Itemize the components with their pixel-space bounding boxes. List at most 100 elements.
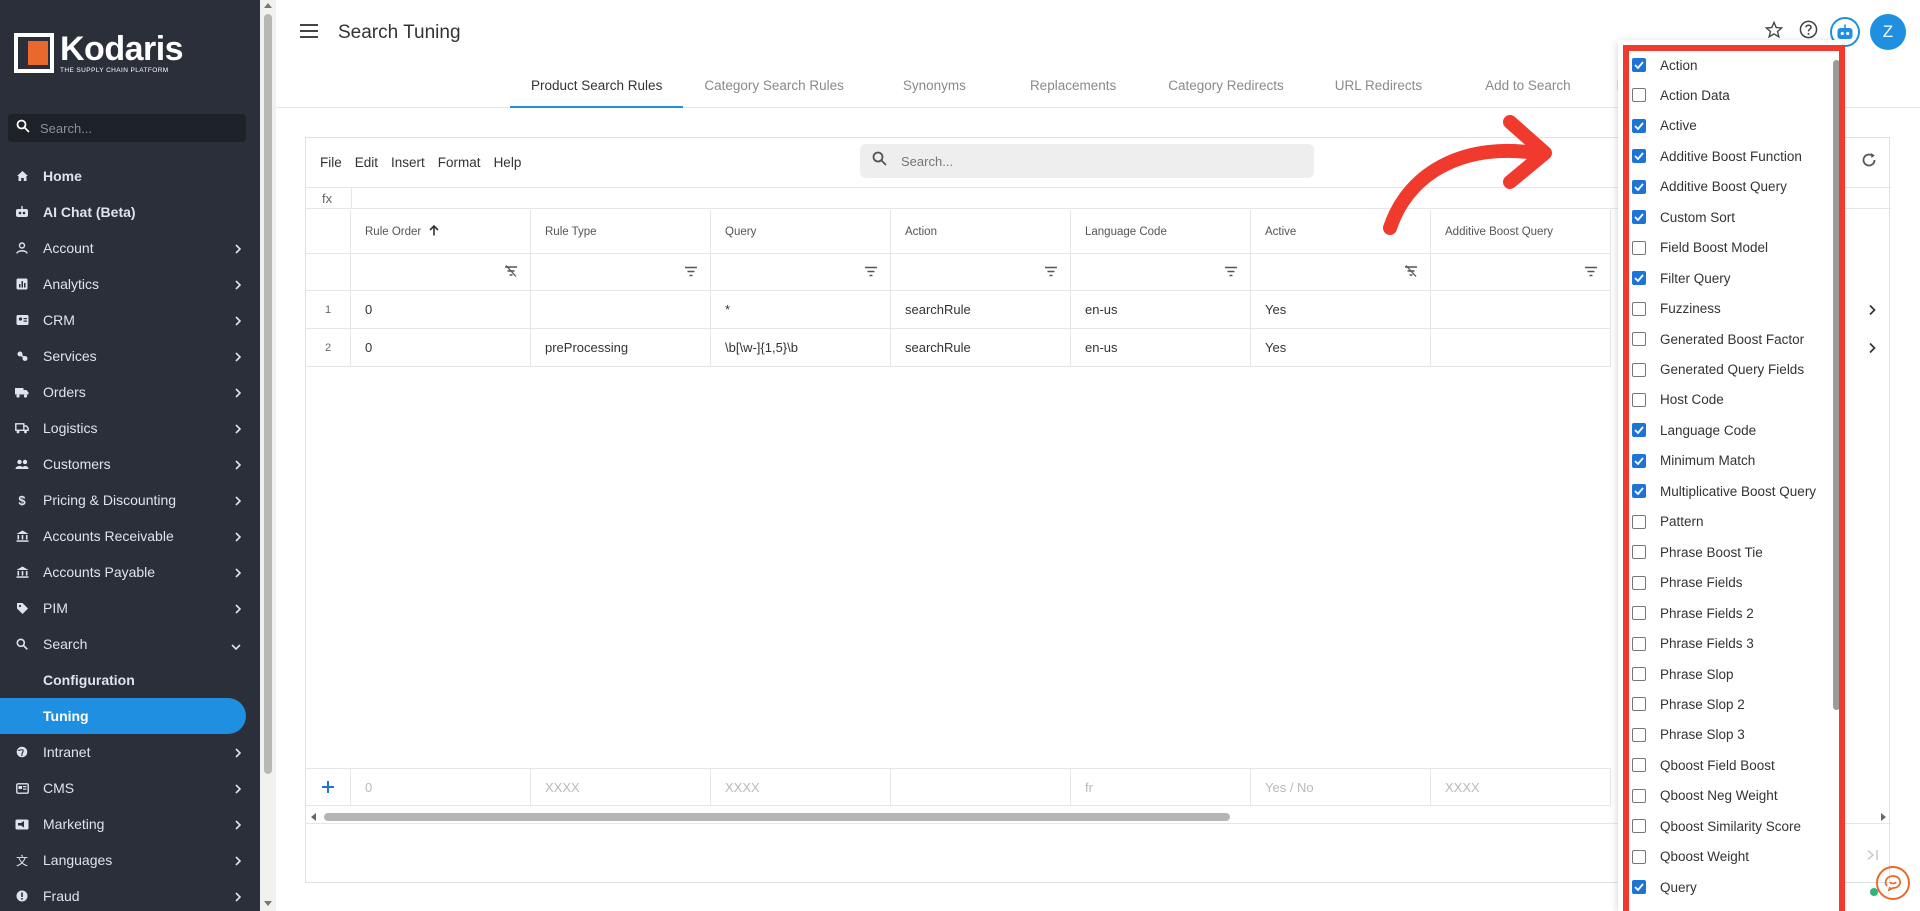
checkbox[interactable] <box>1632 880 1646 895</box>
column-option[interactable]: Pattern <box>1618 507 1828 537</box>
sidebar-search[interactable] <box>8 114 246 142</box>
checkbox[interactable] <box>1632 545 1646 560</box>
checkbox[interactable] <box>1632 392 1646 407</box>
scroll-up-arrow-icon[interactable] <box>264 2 272 9</box>
menu-file[interactable]: File <box>320 155 342 170</box>
sidebar-item-pim[interactable]: PIM <box>0 590 260 626</box>
sidebar-item-cms[interactable]: CMS <box>0 770 260 806</box>
scroll-left-arrow-icon[interactable] <box>310 813 317 821</box>
cell-action[interactable]: searchRule <box>891 329 1071 367</box>
menu-format[interactable]: Format <box>438 155 481 170</box>
tab-product-search-rules[interactable]: Product Search Rules <box>510 66 684 108</box>
tab-category-search-rules[interactable]: Category Search Rules <box>683 66 865 108</box>
grid-search-box[interactable] <box>860 144 1314 178</box>
cell-query[interactable]: \b[\w-]{1,5}\b <box>711 329 891 367</box>
column-option[interactable]: Phrase Slop 2 <box>1618 689 1828 719</box>
table-row[interactable]: 1 0 * searchRule en-us Yes <box>306 291 1611 329</box>
filter-cell[interactable] <box>351 254 531 291</box>
column-option[interactable]: Phrase Slop 3 <box>1618 720 1828 750</box>
row-index[interactable]: 1 <box>306 291 351 329</box>
column-header-rule-type[interactable]: Rule Type <box>531 210 711 254</box>
column-option[interactable]: Filter Query <box>1618 263 1828 293</box>
sidebar-item-customers[interactable]: Customers <box>0 446 260 482</box>
cell-language-code[interactable]: en-us <box>1071 291 1251 329</box>
sort-ascending-icon[interactable] <box>429 224 439 239</box>
sidebar-item-crm[interactable]: CRM <box>0 302 260 338</box>
sidebar-item-intranet[interactable]: Intranet <box>0 734 260 770</box>
sidebar-item-search[interactable]: Search <box>0 626 260 662</box>
column-option[interactable]: Multiplicative Boost Query <box>1618 476 1828 506</box>
cell-rule-order[interactable]: 0 <box>351 291 531 329</box>
column-option[interactable]: Additive Boost Function <box>1618 141 1828 171</box>
filter-icon[interactable] <box>1584 265 1598 280</box>
column-option[interactable]: Action Data <box>1618 80 1828 110</box>
checkbox[interactable] <box>1632 88 1646 103</box>
checkbox[interactable] <box>1632 849 1646 864</box>
column-option[interactable]: Phrase Fields <box>1618 568 1828 598</box>
new-cell-additive-boost-query[interactable]: XXXX <box>1431 769 1611 806</box>
column-option[interactable]: Action <box>1618 50 1828 80</box>
filter-cell[interactable] <box>531 254 711 291</box>
menu-help[interactable]: Help <box>494 155 522 170</box>
refresh-icon[interactable] <box>1861 152 1877 173</box>
column-option[interactable]: Fuzziness <box>1618 294 1828 324</box>
user-avatar[interactable]: Z <box>1870 14 1906 50</box>
column-option[interactable]: Query <box>1618 872 1828 902</box>
sidebar-search-input[interactable] <box>38 119 238 137</box>
filter-off-icon[interactable] <box>504 264 518 280</box>
chat-support-icon[interactable] <box>1876 866 1910 900</box>
column-option[interactable]: Custom Sort <box>1618 202 1828 232</box>
column-header-language-code[interactable]: Language Code <box>1071 210 1251 254</box>
column-option[interactable]: Minimum Match <box>1618 446 1828 476</box>
add-row-button[interactable] <box>306 769 351 806</box>
row-index[interactable]: 2 <box>306 329 351 367</box>
tab-synonyms[interactable]: Synonyms <box>865 66 1004 108</box>
new-cell-rule-type[interactable]: XXXX <box>531 769 711 806</box>
column-option[interactable]: Phrase Boost Tie <box>1618 537 1828 567</box>
sidebar-item-analytics[interactable]: Analytics <box>0 266 260 302</box>
checkbox[interactable] <box>1632 788 1646 803</box>
column-option[interactable]: Field Boost Model <box>1618 233 1828 263</box>
column-option[interactable]: Generated Query Fields <box>1618 355 1828 385</box>
grid-search-input[interactable] <box>899 152 1279 170</box>
checkbox[interactable] <box>1632 362 1646 377</box>
checkbox[interactable] <box>1632 636 1646 651</box>
column-option[interactable]: Generated Boost Factor <box>1618 324 1828 354</box>
checkbox[interactable] <box>1632 179 1646 194</box>
filter-icon[interactable] <box>864 265 878 280</box>
column-header-rule-order[interactable]: Rule Order <box>351 210 531 254</box>
sidebar-item-logistics[interactable]: Logistics <box>0 410 260 446</box>
column-option[interactable]: Language Code <box>1618 415 1828 445</box>
tab-category-redirects[interactable]: Category Redirects <box>1142 66 1310 108</box>
new-cell-language-code[interactable]: fr <box>1071 769 1251 806</box>
column-option[interactable]: Additive Boost Query <box>1618 172 1828 202</box>
checkbox[interactable] <box>1632 301 1646 316</box>
new-cell-action[interactable] <box>891 769 1071 806</box>
column-option[interactable]: Qboost Field Boost <box>1618 750 1828 780</box>
checkbox[interactable] <box>1632 332 1646 347</box>
sidebar-item-fraud[interactable]: Fraud <box>0 878 260 911</box>
sidebar-subitem-tuning[interactable]: Tuning <box>0 698 246 734</box>
filter-cell[interactable] <box>891 254 1071 291</box>
sidebar-item-orders[interactable]: Orders <box>0 374 260 410</box>
checkbox[interactable] <box>1632 271 1646 286</box>
filter-cell[interactable] <box>1431 254 1611 291</box>
sidebar-scroll-thumb[interactable] <box>264 14 272 774</box>
cell-language-code[interactable]: en-us <box>1071 329 1251 367</box>
checkbox[interactable] <box>1632 575 1646 590</box>
new-cell-active[interactable]: Yes / No <box>1251 769 1431 806</box>
checkbox[interactable] <box>1632 149 1646 164</box>
checkbox[interactable] <box>1632 819 1646 834</box>
column-option[interactable]: Qboost Weight <box>1618 842 1828 872</box>
sidebar-item-accounts-payable[interactable]: Accounts Payable <box>0 554 260 590</box>
cell-rule-order[interactable]: 0 <box>351 329 531 367</box>
row-expand-chevron-icon[interactable] <box>1868 341 1876 359</box>
cell-rule-type[interactable]: preProcessing <box>531 329 711 367</box>
column-option[interactable]: Qboost Similarity Score <box>1618 811 1828 841</box>
checkbox[interactable] <box>1632 758 1646 773</box>
new-cell-rule-order[interactable]: 0 <box>351 769 531 806</box>
checkbox[interactable] <box>1632 118 1646 133</box>
filter-cell[interactable] <box>1071 254 1251 291</box>
column-option[interactable]: Phrase Fields 2 <box>1618 598 1828 628</box>
sidebar-subitem-configuration[interactable]: Configuration <box>0 662 260 698</box>
